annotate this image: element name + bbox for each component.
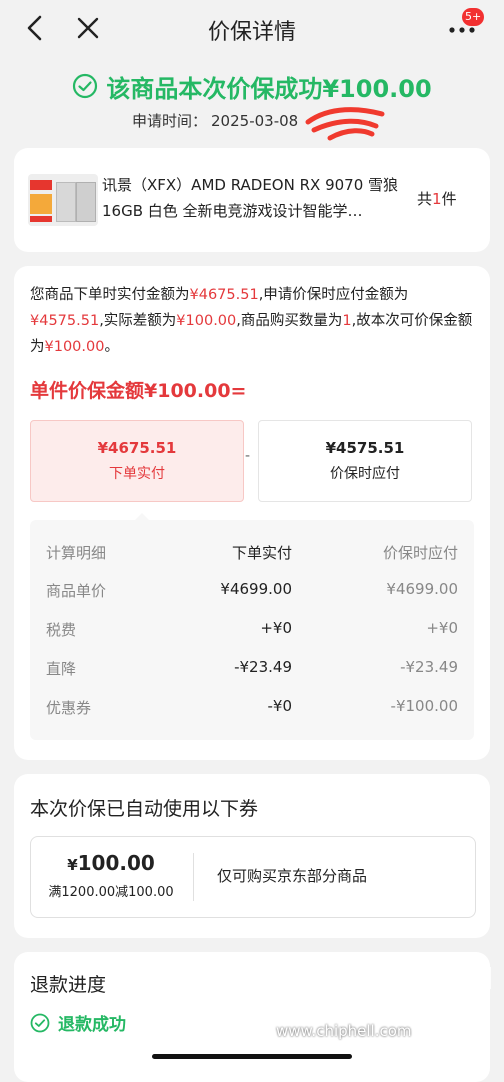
- calc-cell-protect: -¥23.49: [400, 658, 458, 676]
- order-paid-box[interactable]: ¥4675.51 下单实付: [30, 420, 244, 502]
- calc-header-row: 计算明细 下单实付 价保时应付: [30, 542, 474, 566]
- calc-cell-order: -¥23.49: [234, 658, 292, 676]
- coupon-section-title: 本次价保已自动使用以下券: [30, 798, 259, 820]
- coupon-description: 仅可购买京东部分商品: [217, 867, 368, 885]
- protect-payable-amount: ¥4575.51: [325, 439, 405, 457]
- coupon-card: 本次价保已自动使用以下券 ¥100.00 满1200.00减100.00 仅可购…: [14, 774, 490, 938]
- minus-sign: -: [245, 448, 251, 464]
- coupon-amount: ¥100.00: [67, 851, 155, 875]
- page-title: 价保详情: [207, 20, 296, 45]
- calc-cell-protect: +¥0: [426, 619, 458, 637]
- price-protection-detail-card: 您商品下单时实付金额为¥4675.51,申请价保时应付金额为¥4575.51,实…: [14, 266, 490, 760]
- home-indicator[interactable]: [152, 1054, 352, 1059]
- product-thumbnail: [28, 174, 98, 226]
- product-card[interactable]: 讯景（XFX）AMD RADEON RX 9070 雪狼 16GB 白色 全新电…: [14, 148, 490, 252]
- chiphell-logo-icon: [409, 953, 491, 1047]
- calc-cell-protect: ¥4699.00: [386, 580, 458, 598]
- calc-cell-label: 直降: [46, 660, 77, 678]
- protect-payable-label: 价保时应付: [330, 466, 400, 482]
- calc-row: 直降 -¥23.49 -¥23.49: [30, 658, 474, 682]
- refund-status-text: 退款成功: [58, 1015, 126, 1035]
- calc-row: 优惠券 -¥0 -¥100.00: [30, 697, 474, 721]
- coupon-divider: [193, 853, 194, 901]
- refund-title: 退款进度: [30, 974, 107, 996]
- calc-cell-label: 商品单价: [46, 582, 107, 600]
- apply-time-value: 2025-03-08: [211, 112, 299, 130]
- success-text: 该商品本次价保成功¥100.00: [106, 74, 432, 103]
- product-quantity: 共1件: [417, 190, 457, 208]
- calc-row: 商品单价 ¥4699.00 ¥4699.00: [30, 580, 474, 604]
- explanation-text: 您商品下单时实付金额为¥4675.51,申请价保时应付金额为¥4575.51,实…: [30, 287, 473, 355]
- top-nav-bar: 价保详情 5+: [0, 0, 504, 58]
- order-paid-amount: ¥4675.51: [97, 439, 177, 457]
- check-circle-icon: [30, 1013, 50, 1032]
- calc-row: 税费 +¥0 +¥0: [30, 619, 474, 643]
- calc-cell-order: ¥4699.00: [220, 580, 292, 598]
- calc-header-col1: 计算明细: [46, 544, 107, 562]
- message-badge: 5+: [462, 8, 485, 26]
- calc-cell-label: 优惠券: [46, 699, 92, 717]
- coupon-condition: 满1200.00减100.00: [48, 885, 174, 900]
- redaction-scribble: [305, 107, 385, 141]
- watermark-url: www.chiphell.com: [276, 1022, 412, 1040]
- calc-header-col3: 价保时应付: [382, 544, 458, 562]
- protect-payable-box[interactable]: ¥4575.51 价保时应付: [258, 420, 472, 502]
- product-name: 讯景（XFX）AMD RADEON RX 9070 雪狼 16GB 白色 全新电…: [102, 176, 399, 220]
- calc-cell-protect: -¥100.00: [390, 697, 458, 715]
- check-circle-icon: [73, 73, 98, 99]
- order-paid-label: 下单实付: [109, 466, 165, 482]
- calc-cell-order: +¥0: [260, 619, 292, 637]
- apply-time-label: 申请时间：: [132, 112, 208, 130]
- calculation-table: 计算明细 下单实付 价保时应付 商品单价 ¥4699.00 ¥4699.00 税…: [30, 520, 474, 740]
- single-item-amount: 单件价保金额¥100.00=: [30, 380, 247, 402]
- apply-time: 申请时间： 2025-03-08: [132, 110, 298, 131]
- calc-header-col2: 下单实付: [231, 544, 292, 562]
- coupon-item[interactable]: ¥100.00 满1200.00减100.00 仅可购买京东部分商品: [30, 836, 476, 918]
- refund-status: 退款成功: [30, 1010, 126, 1035]
- calc-cell-label: 税费: [46, 621, 77, 639]
- success-banner: 该商品本次价保成功¥100.00: [0, 66, 504, 106]
- calc-cell-order: -¥0: [267, 697, 293, 715]
